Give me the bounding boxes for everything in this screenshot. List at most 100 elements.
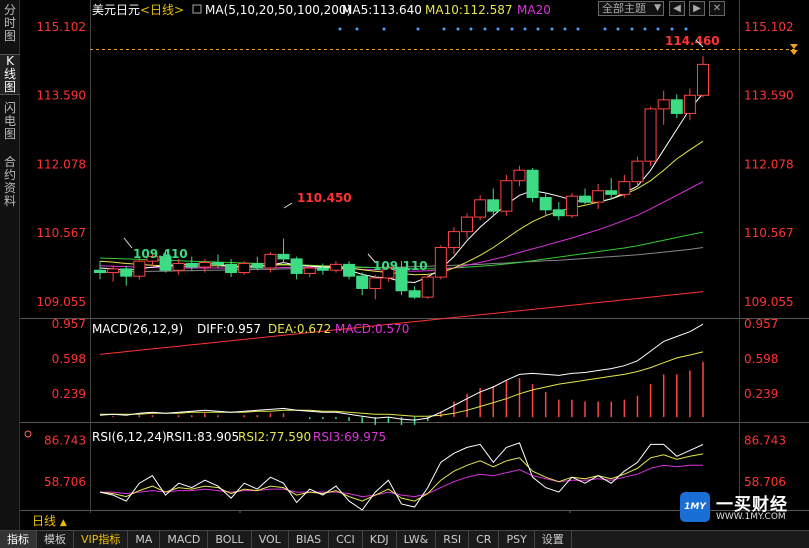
macd-params: MACD(26,12,9) — [92, 322, 183, 336]
signal-dot — [563, 27, 567, 31]
candle-up — [500, 180, 513, 212]
candle-up — [592, 190, 605, 203]
candle-down — [343, 263, 356, 277]
indicator-tab-vip指标[interactable]: VIP指标 — [74, 531, 129, 548]
period-selector[interactable]: 日线 ▲ — [20, 513, 90, 530]
signal-dot — [338, 27, 342, 31]
candle-down — [316, 267, 329, 271]
indicator-tab-rsi[interactable]: RSI — [436, 531, 470, 548]
price-tick-right: 115.102 — [744, 20, 794, 34]
signal-dot — [550, 27, 554, 31]
candle-down — [552, 209, 565, 217]
candle-down — [120, 268, 133, 277]
signal-dot — [469, 27, 473, 31]
indicator-tab-kdj[interactable]: KDJ — [363, 531, 397, 548]
next-button[interactable]: ▶ — [689, 1, 705, 16]
annotation-low1: 109.410 — [133, 247, 188, 261]
candle-up — [683, 94, 696, 114]
dea-line — [100, 351, 704, 417]
candle-down — [605, 190, 618, 195]
candle-up — [107, 268, 120, 274]
ma10-value: MA10:112.587 — [425, 3, 513, 17]
rsi-tick-left: 58.706 — [44, 475, 86, 489]
brand-logo: 1MY 一买财经 WWW.1MY.COM — [680, 488, 805, 526]
rsi1-line — [99, 442, 704, 511]
rsi2-value: RSI2:77.590 — [238, 430, 311, 444]
candle-up — [565, 195, 578, 217]
signal-dot — [442, 27, 446, 31]
signal-dot — [684, 27, 688, 31]
chevron-up-icon: ▲ — [59, 518, 67, 528]
indicator-tab-bias[interactable]: BIAS — [289, 531, 330, 548]
ma5-value: MA5:113.640 — [342, 3, 422, 17]
candle-down — [487, 199, 500, 212]
candle-up — [198, 262, 211, 268]
left-tab-0[interactable]: 分时图 — [0, 4, 20, 43]
indicator-tab-设置[interactable]: 设置 — [535, 531, 572, 548]
prev-button[interactable]: ◀ — [669, 1, 685, 16]
candle-up — [474, 199, 487, 218]
indicator-tab-cci[interactable]: CCI — [329, 531, 363, 548]
candle-up — [461, 216, 474, 233]
indicator-tab-模板[interactable]: 模板 — [37, 531, 74, 548]
rsi-params: RSI(6,12,24) — [92, 430, 167, 444]
indicator-tab-psy[interactable]: PSY — [499, 531, 535, 548]
macd-tick-right: 0.598 — [744, 352, 778, 366]
indicator-tab-cr[interactable]: CR — [469, 531, 500, 548]
indicator-tab-bar: 指标 模板 VIP指标 MA MACD BOLL VOL BIAS CCI KDJ LW& RSI CR… — [0, 530, 809, 548]
indicator-tab-ma[interactable]: MA — [128, 531, 161, 548]
logo-badge: 1MY — [680, 492, 710, 522]
next-icon: ▶ — [693, 3, 701, 14]
indicator-tab-指标[interactable]: 指标 — [0, 531, 37, 548]
candle-up — [329, 263, 342, 271]
candle-up — [172, 262, 185, 271]
chart-area[interactable]: 115.102 115.102 113.590 113.590 112.078 112.0… — [20, 0, 809, 513]
candle-down — [94, 269, 106, 274]
candle-up — [303, 267, 316, 274]
signal-dot — [616, 27, 620, 31]
theme-select[interactable]: 全部主题 ▼ — [598, 1, 664, 16]
left-tab-3[interactable]: 合约资料 — [0, 156, 20, 208]
close-icon: ✕ — [712, 3, 722, 14]
rsi2-line — [99, 453, 704, 502]
signal-dot — [523, 27, 527, 31]
indicator-tab-boll[interactable]: BOLL — [208, 531, 252, 548]
ma-toggle-icon — [192, 4, 202, 14]
left-tab-2[interactable]: 闪电图 — [0, 102, 20, 141]
annotation-high: 114.460 — [665, 34, 720, 48]
annotation-mid-high: 110.450 — [297, 191, 352, 205]
rsi3-value: RSI3:69.975 — [313, 430, 386, 444]
left-tab-1[interactable]: K线图 — [0, 54, 20, 95]
price-tick-left: 113.590 — [36, 89, 86, 103]
macd-tick-left: 0.957 — [52, 317, 86, 331]
candle-up — [631, 160, 644, 183]
last-price-marker-icon — [790, 44, 798, 49]
signal-dot — [670, 27, 674, 31]
signal-dot — [355, 27, 359, 31]
macd-tick-right: 0.957 — [744, 317, 778, 331]
price-tick-right: 110.567 — [744, 226, 794, 240]
candle-down — [408, 290, 421, 298]
macd-tick-right: 0.239 — [744, 387, 778, 401]
annotation-leader — [123, 237, 133, 249]
close-button[interactable]: ✕ — [709, 1, 725, 16]
ma20-line — [99, 181, 704, 272]
ma-params: MA(5,10,20,50,100,200) — [205, 3, 351, 17]
macd-tick-left: 0.239 — [52, 387, 86, 401]
prev-icon: ◀ — [673, 3, 681, 14]
rsi-tick-right: 86.743 — [744, 433, 786, 447]
indicator-tab-macd[interactable]: MACD — [160, 531, 209, 548]
indicator-tab-lw&[interactable]: LW& — [397, 531, 437, 548]
period-label: 日线 ▲ — [32, 514, 67, 528]
price-tick-left: 115.102 — [36, 20, 86, 34]
rsi-tick-left: 86.743 — [44, 433, 86, 447]
signal-dot — [576, 27, 580, 31]
signal-dot — [603, 27, 607, 31]
indicator-tab-vol[interactable]: VOL — [252, 531, 289, 548]
signal-dot — [382, 27, 386, 31]
signal-dot — [496, 27, 500, 31]
candle-up — [657, 99, 670, 110]
rsi-tick-right: 58.706 — [744, 475, 786, 489]
candle-down — [225, 263, 238, 274]
price-tick-right: 112.078 — [744, 157, 794, 171]
